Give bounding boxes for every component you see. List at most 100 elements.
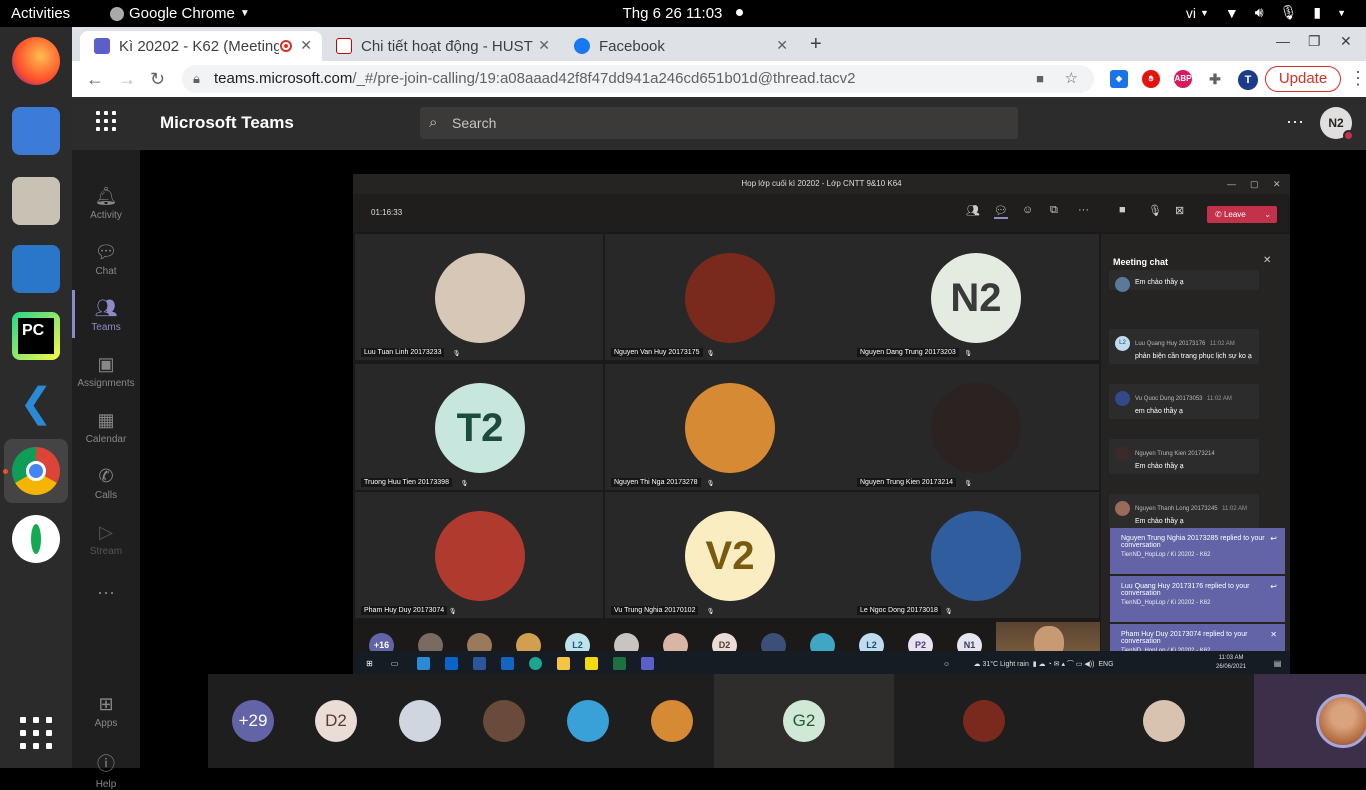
rail-label: Chat bbox=[95, 266, 117, 277]
back-icon[interactable]: ← bbox=[86, 69, 104, 90]
muted-mic-icon: 🎙︎ bbox=[706, 351, 715, 357]
minimize-icon[interactable]: — bbox=[1276, 33, 1290, 49]
user-avatar[interactable]: N2 bbox=[1320, 107, 1354, 141]
participant-avatar: V2 bbox=[685, 511, 775, 601]
chat-message: Nguyen Thanh Long 20173245 11:02 AM Em ch… bbox=[1109, 494, 1259, 529]
address-bar[interactable]: 🔒︎ teams.microsoft.com/_#/pre-join-calli… bbox=[182, 65, 1094, 93]
participant-avatar[interactable] bbox=[651, 700, 693, 742]
participant-avatar[interactable] bbox=[963, 700, 1005, 742]
close-tab-icon[interactable]: ✕ bbox=[776, 37, 788, 54]
participant-name: Nguyen Thi Nga 20173278 bbox=[611, 478, 701, 487]
share-icon: ⊠ bbox=[1175, 205, 1185, 217]
mic-icon: 🎙︎ bbox=[1148, 205, 1162, 217]
facebook-favicon-icon bbox=[574, 38, 590, 54]
tasks-icon[interactable] bbox=[12, 107, 60, 155]
extension-drop-icon[interactable]: ◆ bbox=[1110, 70, 1128, 88]
firefox-icon[interactable] bbox=[12, 37, 60, 85]
rail-help[interactable]: ⓘ Help bbox=[72, 750, 140, 790]
rail-calls[interactable]: ✆ Calls bbox=[72, 466, 140, 501]
tab-facebook[interactable]: Facebook ✕ bbox=[560, 31, 798, 61]
profile-avatar[interactable]: T bbox=[1238, 70, 1258, 90]
rail-calendar[interactable]: ▦ Calendar bbox=[72, 410, 140, 445]
participant-avatar[interactable] bbox=[399, 700, 441, 742]
rail-assignments[interactable]: ▣ Assignments bbox=[72, 354, 140, 389]
input-lang[interactable]: vi bbox=[1186, 5, 1196, 21]
self-tile[interactable] bbox=[1254, 674, 1366, 768]
participant-avatar[interactable] bbox=[567, 700, 609, 742]
participant-name: Le Ngoc Dong 20173018 bbox=[857, 606, 941, 615]
message-text: phản biện cần trang phục lịch sự ko ạ bbox=[1135, 353, 1252, 360]
participant-avatar[interactable]: D2 bbox=[315, 700, 357, 742]
rail-label: Stream bbox=[89, 546, 123, 557]
message-author: Luu Quang Huy 20173176 bbox=[1135, 341, 1206, 347]
maximize-icon: ▢ bbox=[1250, 179, 1259, 189]
participant-avatar bbox=[931, 383, 1021, 473]
adblock-icon[interactable]: ABP bbox=[1174, 70, 1192, 88]
muted-mic-icon: 🎙︎ bbox=[706, 609, 715, 615]
mongodb-icon[interactable] bbox=[12, 515, 60, 563]
chrome-menu-icon[interactable]: ⋮ bbox=[1349, 68, 1366, 89]
rail-teams[interactable]: 👥︎ Teams bbox=[72, 298, 140, 333]
close-tab-icon[interactable]: ✕ bbox=[300, 37, 312, 54]
extensions-puzzle-icon[interactable]: ✚ bbox=[1206, 70, 1224, 88]
app-launcher-icon[interactable] bbox=[96, 111, 116, 131]
tab-hust[interactable]: Chi tiết hoạt động - HUST ✕ bbox=[322, 31, 560, 61]
clock[interactable]: Thg 6 26 11:03 bbox=[0, 5, 1366, 22]
participant-avatar[interactable]: G2 bbox=[783, 700, 825, 742]
camera-icon[interactable]: ■ bbox=[1036, 65, 1044, 93]
muted-mic-icon: 🎙︎ bbox=[460, 481, 469, 487]
pycharm-icon[interactable]: PC bbox=[12, 312, 60, 360]
forward-icon[interactable]: → bbox=[118, 69, 136, 90]
notification-dot-icon bbox=[736, 9, 744, 16]
video-tile: N2 Nguyen Dang Trung 20173203 🎙︎ bbox=[851, 234, 1099, 360]
microphone-icon: 🎙︎ bbox=[1279, 4, 1298, 20]
video-tile: Le Ngoc Dong 20173018 🎙︎ bbox=[851, 492, 1099, 618]
people-icon: ☺ bbox=[943, 661, 951, 668]
more-options-icon[interactable]: ··· bbox=[1286, 111, 1304, 132]
rail-label: Calls bbox=[94, 490, 118, 501]
teams-favicon-icon bbox=[94, 38, 110, 54]
participant-avatar[interactable]: +29 bbox=[232, 700, 274, 742]
reader-icon[interactable] bbox=[12, 245, 60, 293]
explorer-icon bbox=[557, 657, 570, 670]
chrome-icon[interactable] bbox=[12, 447, 60, 495]
rail-chat[interactable]: 💬︎ Chat bbox=[72, 242, 140, 277]
close-window-icon[interactable]: ✕ bbox=[1340, 33, 1352, 50]
rail-apps[interactable]: ⊞ Apps bbox=[72, 694, 140, 729]
rail-selected-indicator bbox=[72, 290, 75, 338]
rail-more[interactable]: ··· bbox=[72, 582, 140, 606]
dock: PC ❮ bbox=[0, 27, 72, 768]
message-avatar bbox=[1115, 446, 1130, 461]
shared-meeting-toolbar: 01:16:33 👥︎ 💬︎ ☺ ⧉ ··· ■ 🎙︎ ⊠ ✆ Leave ⌄ bbox=[353, 194, 1290, 232]
teams-taskbar-icon bbox=[641, 657, 654, 670]
rail-label: Teams bbox=[91, 322, 121, 333]
participant-avatar[interactable] bbox=[1143, 700, 1185, 742]
close-tab-icon[interactable]: ✕ bbox=[538, 37, 550, 54]
tab-teams-meeting[interactable]: Kì 20202 - K62 (Meeting ✕ bbox=[80, 31, 322, 61]
rail-stream[interactable]: ▷ Stream bbox=[72, 522, 140, 557]
show-applications-icon[interactable] bbox=[20, 717, 52, 749]
vscode-icon[interactable]: ❮ bbox=[12, 379, 60, 427]
meeting-timer: 01:16:33 bbox=[371, 208, 403, 217]
system-tray[interactable]: vi ▼ ▼ 🔊︎ 🎙︎ ▮ ▼ bbox=[1186, 4, 1346, 21]
stream-icon: ▷ bbox=[99, 522, 113, 542]
bookmark-star-icon[interactable]: ☆ bbox=[1065, 65, 1078, 93]
participant-avatar[interactable] bbox=[483, 700, 525, 742]
search-input[interactable]: ⌕ Search bbox=[420, 107, 1018, 139]
video-tile: T2 Truong Huu Tien 20173398 🎙︎ bbox=[355, 364, 603, 490]
rail-activity[interactable]: 🔔︎ Activity bbox=[72, 186, 140, 221]
muted-mic-icon: 🎙︎ bbox=[944, 609, 953, 615]
recording-icon bbox=[280, 40, 292, 52]
new-tab-icon[interactable]: + bbox=[810, 33, 822, 56]
tab-strip: Kì 20202 - K62 (Meeting ✕ Chi tiết hoạt … bbox=[72, 27, 1366, 61]
files-icon[interactable] bbox=[12, 177, 60, 225]
message-text: em chào thầy ạ bbox=[1135, 408, 1183, 415]
rail-label: Assignments bbox=[77, 378, 135, 389]
maximize-icon[interactable]: ❐ bbox=[1308, 33, 1321, 50]
extension-stop-icon[interactable]: ✋︎ bbox=[1142, 70, 1160, 88]
muted-mic-icon: 🎙︎ bbox=[448, 609, 457, 615]
reload-icon[interactable]: ↻ bbox=[150, 69, 165, 90]
update-button[interactable]: Update bbox=[1265, 66, 1341, 92]
rooms-icon: ⧉ bbox=[1050, 204, 1058, 216]
caret-down-icon: ▼ bbox=[1199, 7, 1209, 18]
